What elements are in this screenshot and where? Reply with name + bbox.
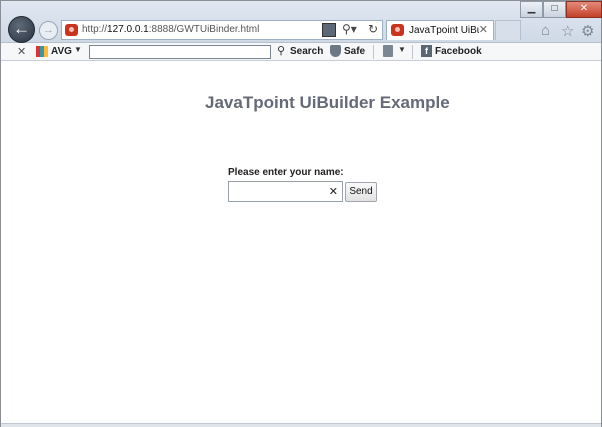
toolbar-close-icon[interactable]: ✕ bbox=[17, 45, 26, 58]
name-label: Please enter your name: bbox=[228, 167, 344, 178]
search-dropdown-icon[interactable]: ⚲▾ bbox=[342, 22, 357, 36]
new-tab-button[interactable] bbox=[495, 20, 521, 40]
favorites-star-icon[interactable]: ☆ bbox=[561, 22, 574, 40]
toolbar-divider bbox=[373, 45, 374, 59]
tab-label: JavaTpoint UiBui... bbox=[409, 25, 479, 36]
toolbar-divider bbox=[412, 45, 413, 59]
send-button[interactable]: Send bbox=[345, 182, 377, 202]
minimize-button[interactable]: ▁ bbox=[520, 1, 543, 18]
toolbar-search-input[interactable] bbox=[89, 45, 271, 59]
safe-button[interactable]: Safe bbox=[344, 46, 365, 57]
tools-gear-icon[interactable]: ⚙ bbox=[581, 22, 594, 40]
compatibility-view-icon[interactable] bbox=[322, 23, 336, 37]
url-host: 127.0.0.1 bbox=[107, 24, 149, 35]
avg-label[interactable]: AVG bbox=[51, 46, 72, 57]
address-bar[interactable]: http://127.0.0.1:8888/GWTUiBinder.html ⚲… bbox=[61, 20, 383, 40]
home-icon[interactable]: ⌂ bbox=[541, 22, 550, 39]
facebook-icon[interactable]: f bbox=[421, 45, 432, 57]
close-button[interactable]: ✕ bbox=[566, 1, 602, 18]
navigation-bar: ← → http://127.0.0.1:8888/GWTUiBinder.ht… bbox=[1, 1, 602, 43]
tab-favicon-icon bbox=[391, 24, 404, 36]
maximize-button[interactable]: □ bbox=[543, 1, 566, 18]
address-url[interactable]: http://127.0.0.1:8888/GWTUiBinder.html bbox=[82, 24, 259, 35]
back-button[interactable]: ← bbox=[8, 16, 35, 43]
avg-logo-icon bbox=[36, 46, 48, 57]
toolbar-search-icon[interactable]: ⚲ bbox=[277, 44, 285, 57]
name-input[interactable]: ✕ bbox=[228, 181, 343, 202]
trash-icon[interactable] bbox=[383, 45, 393, 57]
tab-active[interactable]: JavaTpoint UiBui... ✕ bbox=[386, 20, 494, 40]
site-favicon-icon bbox=[65, 24, 78, 36]
url-rest: :8888/GWTUiBinder.html bbox=[148, 24, 260, 35]
safe-shield-icon[interactable] bbox=[330, 45, 341, 57]
refresh-icon[interactable]: ↻ bbox=[368, 22, 378, 36]
url-prefix: http:// bbox=[82, 24, 108, 35]
clear-input-icon[interactable]: ✕ bbox=[329, 185, 338, 198]
tab-close-icon[interactable]: ✕ bbox=[479, 23, 488, 36]
window-bottom-edge bbox=[1, 423, 601, 427]
avg-toolbar: ✕ AVG ▼ ⚲ Search Safe ▼ f Facebook bbox=[1, 43, 601, 61]
forward-button[interactable]: → bbox=[39, 21, 58, 40]
facebook-button[interactable]: Facebook bbox=[435, 46, 482, 57]
page-title: JavaTpoint UiBuilder Example bbox=[205, 93, 450, 112]
browser-window: ← → http://127.0.0.1:8888/GWTUiBinder.ht… bbox=[0, 0, 602, 427]
avg-dropdown-icon[interactable]: ▼ bbox=[74, 45, 82, 54]
window-controls: ▁ □ ✕ bbox=[520, 1, 602, 18]
trash-dropdown-icon[interactable]: ▼ bbox=[398, 45, 406, 54]
toolbar-search-button[interactable]: Search bbox=[290, 46, 323, 57]
